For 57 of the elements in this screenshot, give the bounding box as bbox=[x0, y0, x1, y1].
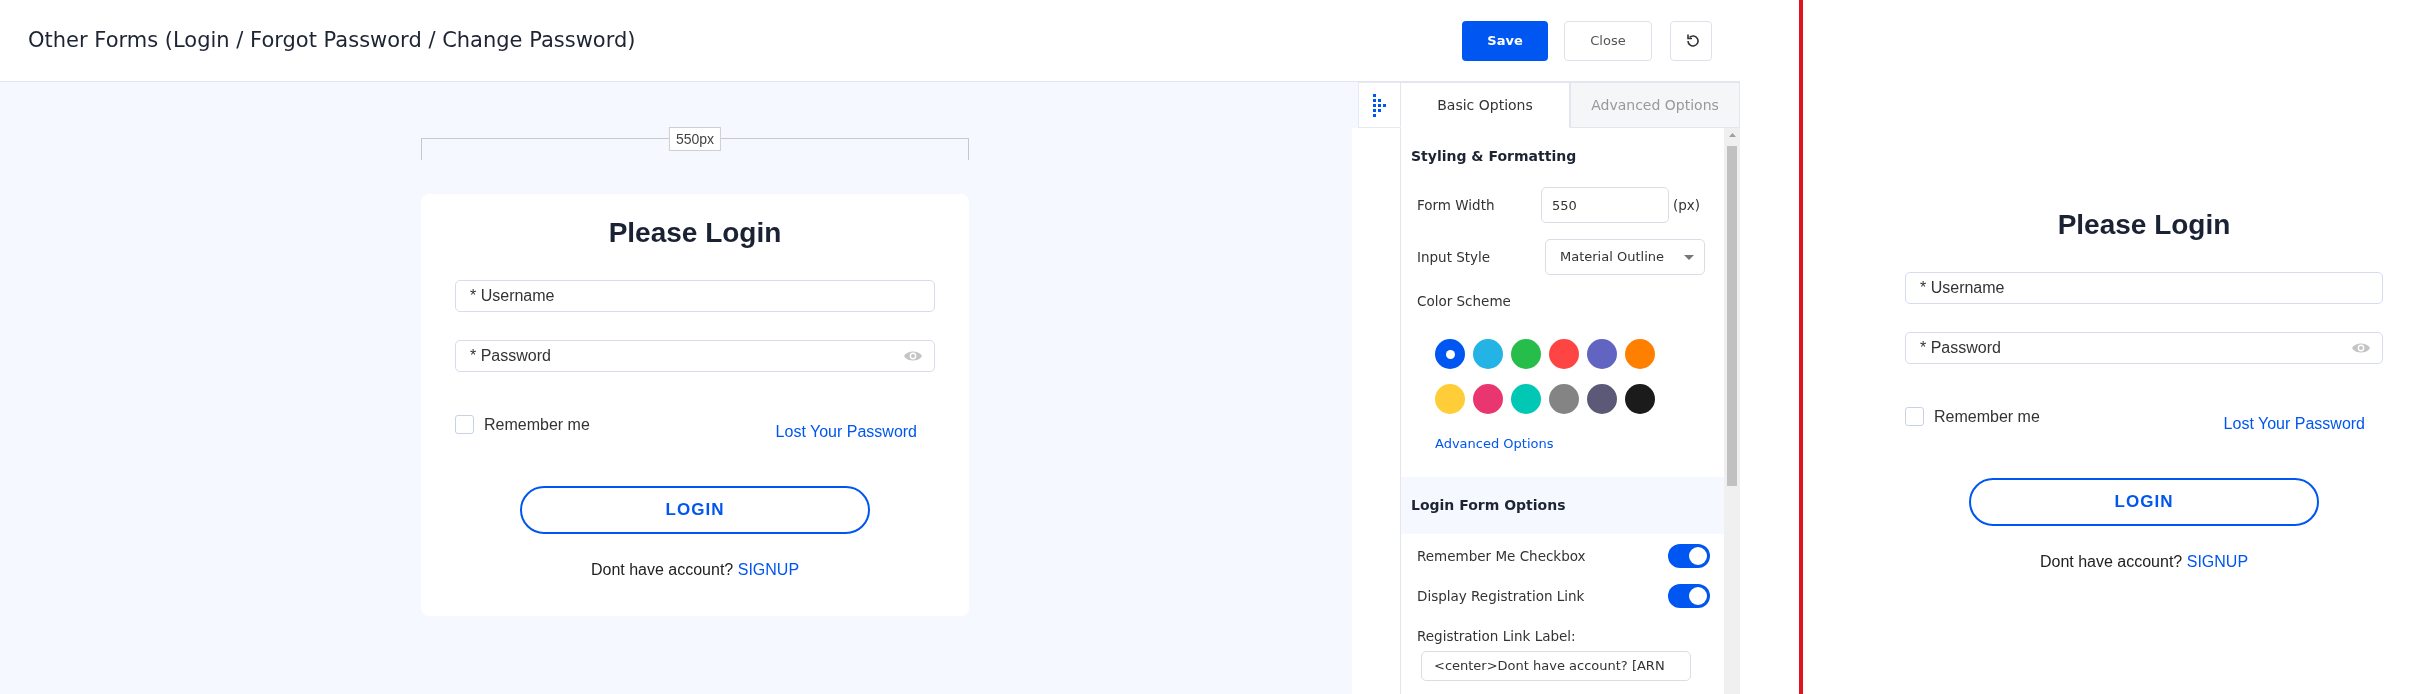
checkbox[interactable] bbox=[1905, 407, 1924, 427]
registration-label-field[interactable]: <center>Dont have account? [ARN bbox=[1421, 650, 1691, 681]
lost-password-link[interactable]: Lost Your Password bbox=[775, 419, 917, 444]
checkbox-label: Remember me bbox=[484, 414, 590, 435]
field-label: Input Style bbox=[1417, 247, 1492, 267]
color-swatch[interactable] bbox=[1625, 339, 1655, 370]
form-width-field[interactable]: 550 bbox=[1541, 187, 1669, 223]
color-swatch[interactable] bbox=[1473, 339, 1503, 370]
color-swatch[interactable] bbox=[1511, 339, 1541, 370]
field-label: Registration Link Label: bbox=[1416, 627, 1577, 647]
color-swatch[interactable] bbox=[1473, 384, 1503, 415]
close-button[interactable]: Close bbox=[1564, 20, 1652, 61]
password-field[interactable]: * Password bbox=[455, 339, 935, 372]
toggle-label: Remember Me Checkbox bbox=[1417, 547, 1586, 567]
color-swatch[interactable] bbox=[1435, 339, 1465, 370]
toggle-switch[interactable] bbox=[1668, 544, 1710, 569]
color-swatch[interactable] bbox=[1511, 384, 1541, 415]
width-label: 550px bbox=[668, 127, 722, 151]
form-title: Please Login bbox=[2056, 208, 2232, 242]
password-field[interactable]: * Password bbox=[1905, 331, 2383, 364]
color-swatch[interactable] bbox=[1587, 384, 1617, 415]
section-heading: Login Form Options bbox=[1401, 477, 1724, 535]
page-title: Other Forms (Login / Forgot Password / Change Password) bbox=[28, 26, 637, 54]
toggle-switch[interactable] bbox=[1668, 584, 1710, 609]
signup-text: Dont have account? SIGNUP bbox=[2038, 551, 2250, 572]
caret-icon bbox=[1684, 254, 1694, 260]
scrollbar[interactable] bbox=[1724, 128, 1740, 694]
input-style-dropdown[interactable]: Material Outline bbox=[1545, 239, 1705, 275]
checkbox[interactable] bbox=[455, 415, 474, 435]
options-tab[interactable]: Basic Options bbox=[1400, 82, 1570, 128]
signup-link[interactable]: SIGNUP bbox=[737, 560, 800, 578]
login-button[interactable]: LOGIN bbox=[1969, 477, 2319, 526]
unit-label: (px) bbox=[1673, 195, 1701, 215]
field-label: Color Scheme bbox=[1417, 292, 1511, 311]
color-swatch[interactable] bbox=[1549, 339, 1579, 370]
color-swatch[interactable] bbox=[1625, 384, 1655, 415]
scroll-up-icon bbox=[1727, 132, 1737, 138]
dots-icon bbox=[1373, 93, 1386, 117]
scrollbar-thumb[interactable] bbox=[1727, 146, 1737, 486]
advanced-options-link[interactable]: Advanced Options bbox=[1435, 434, 1554, 454]
reset-button[interactable] bbox=[1670, 20, 1712, 61]
signup-link[interactable]: SIGNUP bbox=[2186, 552, 2249, 570]
field-label: Form Width bbox=[1417, 195, 1496, 215]
username-field[interactable]: * Username bbox=[455, 279, 935, 312]
panel-toggle[interactable] bbox=[1358, 82, 1400, 128]
username-field[interactable]: * Username bbox=[1905, 271, 2383, 304]
color-swatch[interactable] bbox=[1587, 339, 1617, 370]
form-title: Please Login bbox=[607, 216, 783, 250]
save-button[interactable]: Save bbox=[1462, 20, 1548, 61]
signup-text: Dont have account? SIGNUP bbox=[589, 559, 801, 580]
section-heading: Styling & Formatting bbox=[1410, 147, 1578, 166]
checkbox-label: Remember me bbox=[1934, 406, 2040, 427]
color-swatch[interactable] bbox=[1549, 384, 1579, 415]
login-button[interactable]: LOGIN bbox=[520, 485, 870, 534]
color-swatch[interactable] bbox=[1435, 384, 1465, 415]
toggle-label: Display Registration Link bbox=[1417, 587, 1585, 607]
lost-password-link[interactable]: Lost Your Password bbox=[2223, 411, 2365, 436]
